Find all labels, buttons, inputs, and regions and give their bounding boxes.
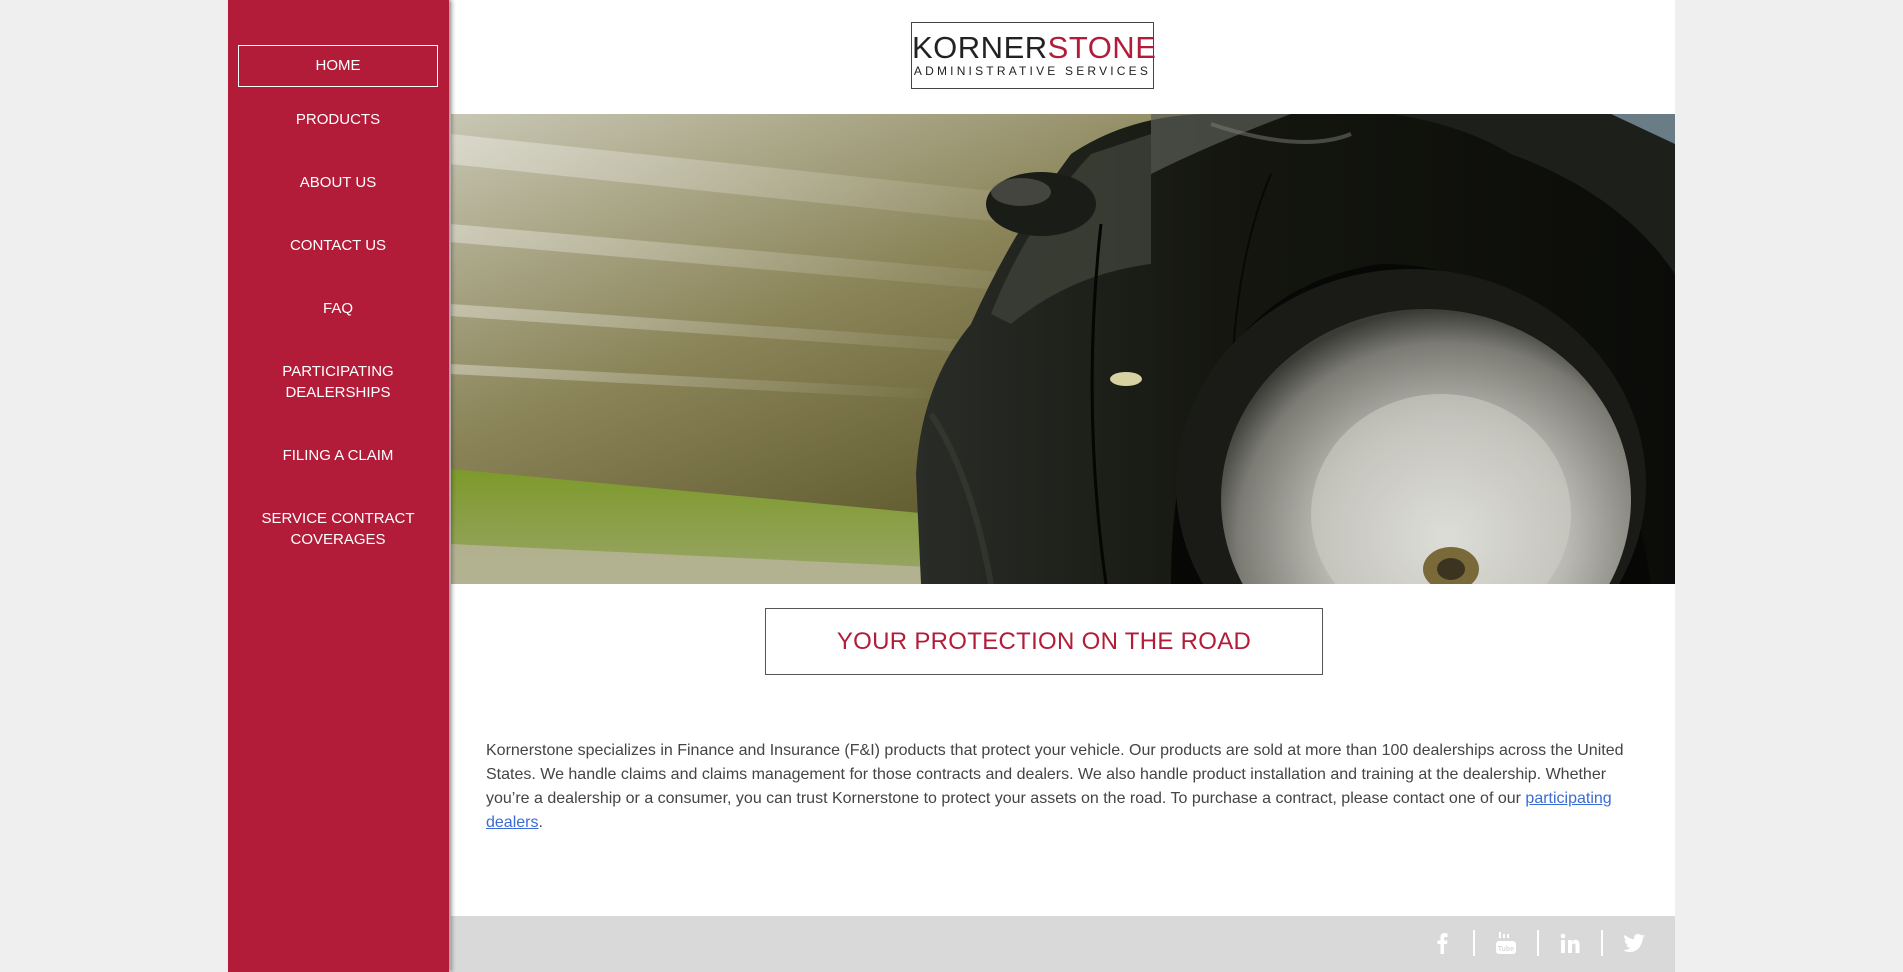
nav-products[interactable]: PRODUCTS	[238, 109, 438, 130]
twitter-icon[interactable]	[1623, 931, 1645, 955]
logo-tagline: ADMINISTRATIVE SERVICES	[913, 64, 1152, 78]
social-divider	[1537, 930, 1539, 956]
sidebar: HOME PRODUCTS ABOUT US CONTACT US FAQ PA…	[228, 0, 449, 972]
main-content: KORNERSTONE ADMINISTRATIVE SERVICES YOUR…	[451, 0, 1675, 972]
main-nav: HOME PRODUCTS ABOUT US CONTACT US FAQ PA…	[238, 45, 438, 592]
intro-end: .	[538, 814, 543, 831]
logo-word-red: STONE	[1047, 30, 1157, 65]
nav-participating-dealerships[interactable]: PARTICIPATING DEALERSHIPS	[238, 361, 438, 403]
svg-text:Tube: Tube	[1498, 946, 1514, 953]
nav-label-line2: DEALERSHIPS	[285, 384, 391, 401]
nav-home[interactable]: HOME	[238, 45, 438, 87]
headline-box: YOUR PROTECTION ON THE ROAD	[765, 608, 1323, 675]
logo-word-dark: KORNER	[912, 30, 1048, 65]
linkedin-icon[interactable]	[1559, 931, 1581, 955]
nav-label-line1: PARTICIPATING	[282, 363, 394, 380]
social-links: Tube	[1431, 930, 1645, 956]
intro-text: Kornerstone specializes in Finance and I…	[486, 742, 1624, 807]
nav-about-us[interactable]: ABOUT US	[238, 172, 438, 193]
nav-service-contract-coverages[interactable]: SERVICE CONTRACT COVERAGES	[238, 508, 438, 550]
social-divider	[1601, 930, 1603, 956]
nav-faq[interactable]: FAQ	[238, 298, 438, 319]
logo-wordmark: KORNERSTONE	[912, 30, 1156, 65]
facebook-icon[interactable]	[1431, 931, 1453, 955]
nav-label-line2: COVERAGES	[290, 531, 386, 548]
nav-label-line1: SERVICE CONTRACT	[261, 510, 415, 527]
youtube-icon[interactable]: Tube	[1495, 931, 1517, 955]
hero-image-car	[451, 114, 1675, 584]
intro-paragraph: Kornerstone specializes in Finance and I…	[486, 739, 1636, 835]
social-divider	[1473, 930, 1475, 956]
nav-filing-a-claim[interactable]: FILING A CLAIM	[238, 445, 438, 466]
kornerstone-logo[interactable]: KORNERSTONE ADMINISTRATIVE SERVICES	[911, 22, 1156, 89]
footer: Tube	[451, 916, 1675, 972]
nav-contact-us[interactable]: CONTACT US	[238, 235, 438, 256]
page-headline: YOUR PROTECTION ON THE ROAD	[836, 627, 1252, 655]
